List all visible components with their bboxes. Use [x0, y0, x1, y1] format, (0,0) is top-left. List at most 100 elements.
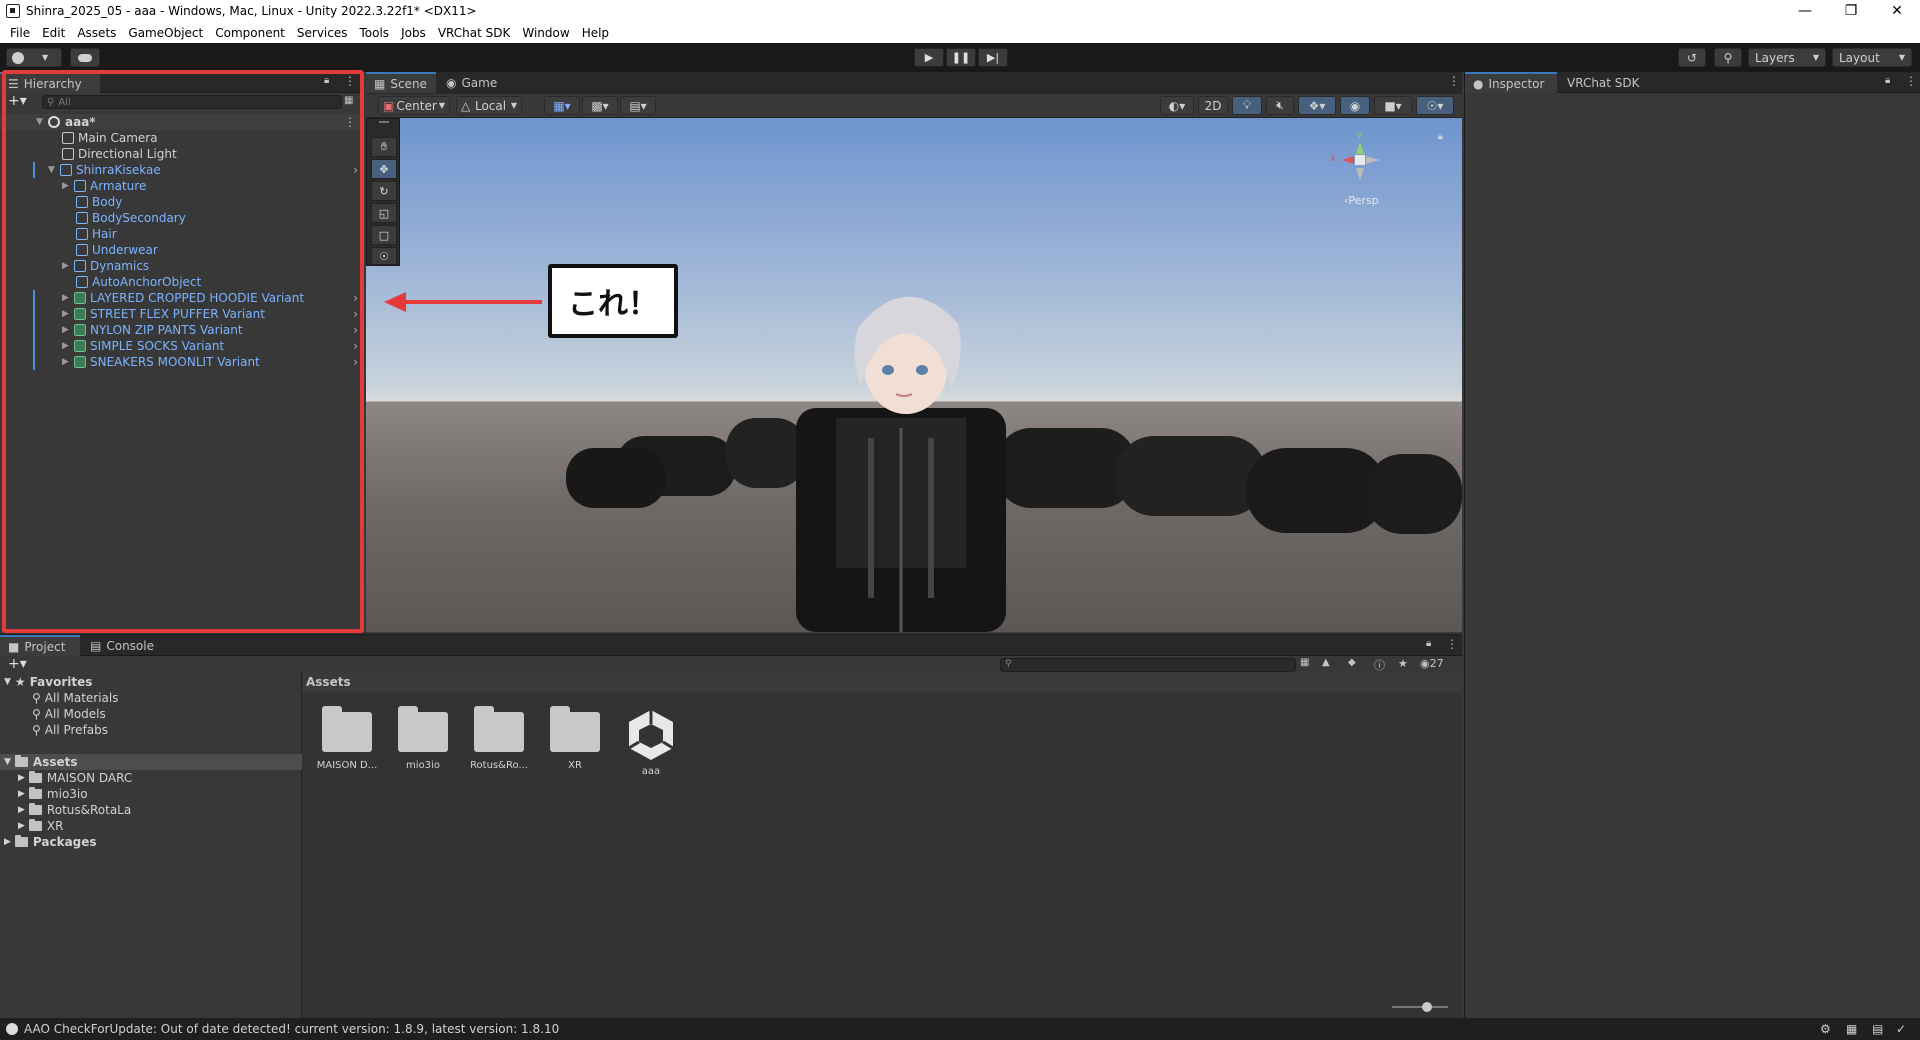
increment-snap-button[interactable]: ▩▾ — [582, 96, 618, 115]
hierarchy-item-layered-cropped-hoodie[interactable]: ▶ LAYERED CROPPED HOODIE Variant › — [0, 290, 362, 306]
add-icon[interactable]: +▾ — [8, 656, 27, 672]
history-button[interactable]: ↺ — [1678, 48, 1706, 67]
tab-console[interactable]: ▤ Console — [82, 635, 162, 656]
chevron-right-icon[interactable]: › — [353, 307, 358, 321]
search-button[interactable]: ⚲ — [1714, 48, 1742, 67]
lock-icon[interactable]: 🔒︎ — [1885, 75, 1890, 86]
debug-icon[interactable]: ⚙ — [1820, 1022, 1831, 1036]
kebab-menu-icon[interactable]: ⋮ — [344, 115, 356, 129]
pivot-mode-dropdown[interactable]: ▣ Center ▼ — [378, 96, 450, 115]
fold-closed-icon[interactable]: ▶ — [62, 325, 72, 335]
space-mode-dropdown[interactable]: △ Local ▼ — [456, 96, 522, 115]
menu-help[interactable]: Help — [576, 26, 615, 40]
kebab-menu-icon[interactable]: ⋮ — [1446, 637, 1458, 651]
assets-node[interactable]: ▼ Assets — [0, 754, 302, 770]
lock-icon[interactable]: 🔒︎ — [1438, 132, 1443, 142]
cache-server-icon[interactable]: ▦ — [1846, 1022, 1857, 1036]
audio-toggle[interactable]: 🔇︎ — [1266, 96, 1294, 115]
chevron-right-icon[interactable]: › — [353, 291, 358, 305]
hierarchy-item-street-flex-puffer[interactable]: ▶ STREET FLEX PUFFER Variant › — [0, 306, 362, 322]
chevron-right-icon[interactable]: › — [353, 323, 358, 337]
favorite-all-materials[interactable]: ⚲ All Materials — [32, 690, 119, 706]
effects-dropdown[interactable]: ❖▾ — [1298, 96, 1336, 115]
asset-maison-darc[interactable]: MAISON D... — [312, 706, 382, 771]
menu-file[interactable]: File — [4, 26, 36, 40]
folder-maison-darc[interactable]: ▶ MAISON DARC — [18, 770, 132, 786]
folder-xr[interactable]: ▶ XR — [18, 818, 63, 834]
cloud-button[interactable] — [70, 48, 100, 67]
layers-dropdown[interactable]: Layers ▼ — [1748, 48, 1826, 67]
asset-aaa-scene[interactable]: aaa — [616, 708, 686, 777]
hierarchy-item-nylon-zip-pants[interactable]: ▶ NYLON ZIP PANTS Variant › — [0, 322, 362, 338]
hierarchy-item-simple-socks[interactable]: ▶ SIMPLE SOCKS Variant › — [0, 338, 362, 354]
scene-viewport[interactable]: ✋︎ ✥ ↻ ◱ □ ☉ y x ‹Persp 🔒︎ これ！ — [366, 118, 1462, 632]
hierarchy-item-sneakers-moonlit[interactable]: ▶ SNEAKERS MOONLIT Variant › — [0, 354, 362, 370]
star-icon[interactable]: ★ — [1398, 657, 1408, 670]
hierarchy-item-directional-light[interactable]: Directional Light — [0, 146, 362, 162]
kebab-menu-icon[interactable]: ⋮ — [1905, 74, 1917, 88]
hierarchy-search-input[interactable]: ⚲ All — [42, 95, 342, 109]
project-search-input[interactable]: ⚲ — [1000, 658, 1296, 672]
tab-project[interactable]: ■ Project — [0, 635, 80, 656]
hierarchy-item-main-camera[interactable]: Main Camera — [0, 130, 362, 146]
visibility-toggle[interactable]: ◉ — [1340, 96, 1370, 115]
fold-closed-icon[interactable]: ▶ — [62, 293, 72, 303]
fold-closed-icon[interactable]: ▶ — [62, 181, 72, 191]
slider-thumb[interactable] — [1422, 1002, 1432, 1012]
filter-icon[interactable]: ▦ — [344, 95, 353, 106]
hierarchy-item-dynamics[interactable]: ▶ Dynamics — [0, 258, 362, 274]
fold-closed-icon[interactable]: ▶ — [62, 261, 72, 271]
grid-snap-button[interactable]: ▦▾ — [544, 96, 580, 115]
asset-mio3io[interactable]: mio3io — [388, 706, 458, 771]
mode-2d-button[interactable]: 2D — [1198, 96, 1228, 115]
minimize-button[interactable]: — — [1782, 0, 1828, 22]
tab-game[interactable]: ◉ Game — [438, 72, 504, 93]
menu-services[interactable]: Services — [291, 26, 354, 40]
menu-edit[interactable]: Edit — [36, 26, 71, 40]
hierarchy-item-body[interactable]: Body — [0, 194, 362, 210]
lock-icon[interactable]: 🔒︎ — [1426, 638, 1431, 649]
gizmos-dropdown[interactable]: ☉▾ — [1416, 96, 1454, 115]
type-filter-icon[interactable]: ▲ — [1322, 657, 1330, 668]
label-filter-icon[interactable]: ◆ — [1348, 657, 1356, 668]
info-circle-icon[interactable]: ⓘ — [1374, 657, 1385, 673]
menu-jobs[interactable]: Jobs — [395, 26, 432, 40]
scene-root-row[interactable]: ▼ aaa* ⋮ — [0, 114, 362, 130]
lighting-toggle[interactable]: 💡︎ — [1232, 96, 1262, 115]
menu-component[interactable]: Component — [209, 26, 291, 40]
hierarchy-item-bodysecondary[interactable]: BodySecondary — [0, 210, 362, 226]
pause-button[interactable]: ❚❚ — [946, 48, 976, 67]
hierarchy-item-underwear[interactable]: Underwear — [0, 242, 362, 258]
fold-open-icon[interactable]: ▼ — [48, 165, 58, 175]
folder-rotus-rotala[interactable]: ▶ Rotus&RotaLa — [18, 802, 131, 818]
collab-check-icon[interactable]: ✓ — [1896, 1022, 1906, 1036]
maximize-button[interactable]: ❐ — [1828, 0, 1874, 22]
packages-node[interactable]: ▶ Packages — [4, 834, 97, 850]
asset-rotus-rotala[interactable]: Rotus&Ro... — [464, 706, 534, 771]
favorite-all-prefabs[interactable]: ⚲ All Prefabs — [32, 722, 108, 738]
ruler-button[interactable]: ▤▾ — [620, 96, 656, 115]
hidden-packages-icon[interactable]: ◉27 — [1420, 657, 1444, 670]
menu-assets[interactable]: Assets — [71, 26, 122, 40]
fold-closed-icon[interactable]: ▶ — [62, 309, 72, 319]
favorite-all-models[interactable]: ⚲ All Models — [32, 706, 106, 722]
menu-vrchat-sdk[interactable]: VRChat SDK — [432, 26, 517, 40]
hierarchy-item-armature[interactable]: ▶ Armature — [0, 178, 362, 194]
asset-xr[interactable]: XR — [540, 706, 610, 771]
menu-tools[interactable]: Tools — [354, 26, 396, 40]
lock-icon[interactable]: 🔒︎ — [324, 75, 329, 86]
persp-toggle[interactable]: ‹Persp — [1344, 194, 1379, 207]
add-icon[interactable]: +▾ — [8, 93, 27, 109]
chevron-right-icon[interactable]: › — [353, 355, 358, 369]
hierarchy-item-hair[interactable]: Hair — [0, 226, 362, 242]
folder-mio3io[interactable]: ▶ mio3io — [18, 786, 88, 802]
tab-scene[interactable]: ▦ Scene — [366, 72, 436, 93]
camera-dropdown[interactable]: ■▾ — [1374, 96, 1412, 115]
hierarchy-item-shinrakisekae[interactable]: ▼ ShinraKisekae › — [0, 162, 362, 178]
kebab-menu-icon[interactable]: ⋮ — [1448, 74, 1460, 88]
account-dropdown[interactable]: ▼ — [6, 48, 62, 67]
search-filter-icon[interactable]: ▦ — [1300, 657, 1309, 668]
chevron-right-icon[interactable]: › — [353, 339, 358, 353]
close-button[interactable]: ✕ — [1874, 0, 1920, 22]
hierarchy-item-autoanchorobject[interactable]: AutoAnchorObject — [0, 274, 362, 290]
